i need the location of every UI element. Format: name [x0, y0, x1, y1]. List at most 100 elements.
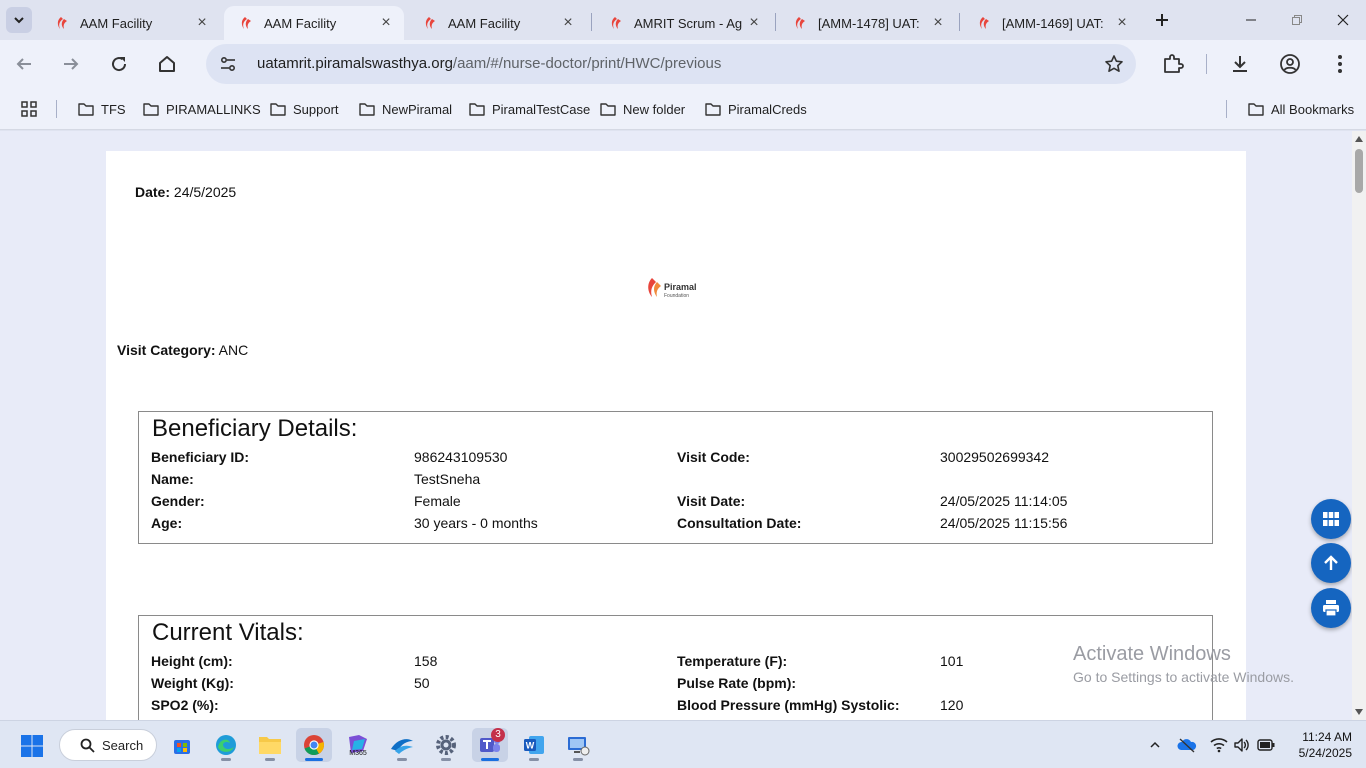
field-value: 120 — [940, 697, 964, 713]
wifi-button[interactable] — [1209, 735, 1229, 755]
current-vitals-section: Current Vitals: Height (cm): 158 Tempera… — [138, 615, 1213, 720]
arrow-right-icon — [64, 58, 79, 70]
field-label: Gender: — [151, 493, 205, 509]
scrollbar-thumb[interactable] — [1355, 149, 1363, 193]
store-icon — [174, 740, 190, 754]
folder-icon — [270, 103, 286, 116]
date-label: Date: — [135, 184, 171, 200]
back-button[interactable] — [10, 50, 38, 78]
field-value: 158 — [414, 653, 438, 669]
bookmark-folder-newpiramal[interactable]: NewPiramal — [359, 100, 452, 118]
battery-button[interactable] — [1256, 735, 1276, 755]
bookmark-folder-piramallinks[interactable]: PIRAMALLINKS — [143, 100, 261, 118]
tab-4[interactable]: AMRIT Scrum - Ag × — [594, 6, 772, 40]
bookmark-folder-piramalcreds[interactable]: PiramalCreds — [705, 100, 807, 118]
bookmark-folder-piramaltestcase[interactable]: PiramalTestCase — [469, 100, 590, 118]
tab-3[interactable]: AAM Facility × — [408, 6, 586, 40]
extensions-button[interactable] — [1161, 52, 1185, 76]
logo-text: Piramal — [664, 282, 697, 292]
detail-row: Beneficiary ID: 986243109530 Visit Code:… — [151, 449, 1201, 469]
taskbar-clock[interactable]: 11:24 AM 5/24/2025 — [1282, 729, 1352, 761]
running-indicator — [481, 758, 499, 761]
detail-row: Gender: Female Visit Date: 24/05/2025 11… — [151, 493, 1201, 513]
close-icon[interactable]: × — [746, 14, 762, 31]
search-icon — [80, 738, 95, 753]
print-fab-button[interactable] — [1311, 588, 1351, 628]
tab-6[interactable]: [AMM-1469] UAT: × — [962, 6, 1140, 40]
tab-5[interactable]: [AMM-1478] UAT: × — [778, 6, 956, 40]
taskbar-chrome[interactable] — [296, 728, 332, 762]
taskbar-search[interactable]: Search — [59, 729, 157, 761]
close-window-button[interactable] — [1320, 0, 1366, 40]
watermark-title: Activate Windows — [1073, 643, 1231, 665]
scroll-up-arrow[interactable] — [1355, 136, 1363, 142]
speaker-icon — [1234, 738, 1249, 752]
chrome-icon — [304, 735, 324, 756]
url-host: uatamrit.piramalswasthya.org — [257, 55, 453, 72]
menu-button[interactable] — [1328, 52, 1352, 76]
apps-grid-icon[interactable] — [20, 100, 38, 118]
taskbar-remote-desktop[interactable] — [560, 728, 596, 762]
onedrive-tray-button[interactable] — [1177, 735, 1197, 755]
tab-1[interactable]: AAM Facility × — [40, 6, 220, 40]
tab-2[interactable]: AAM Facility × — [224, 6, 404, 40]
new-tab-button[interactable] — [1150, 8, 1174, 32]
tab-search-button[interactable] — [6, 7, 32, 33]
site-info-button[interactable] — [216, 52, 240, 76]
field-label: Beneficiary ID: — [151, 449, 250, 465]
scroll-top-fab-button[interactable] — [1311, 543, 1351, 583]
forward-button[interactable] — [57, 50, 85, 78]
close-icon[interactable]: × — [930, 14, 946, 31]
taskbar-edge[interactable] — [208, 728, 244, 762]
address-bar[interactable]: uatamrit.piramalswasthya.org/aam/#/nurse… — [206, 44, 1136, 84]
close-icon[interactable]: × — [560, 14, 576, 31]
bookmark-separator — [1226, 100, 1227, 118]
page-scrollbar[interactable] — [1352, 131, 1366, 720]
taskbar-settings[interactable] — [428, 728, 464, 762]
folder-icon — [600, 103, 616, 116]
minimize-button[interactable] — [1228, 0, 1274, 40]
folder-icon — [143, 103, 159, 116]
gear-icon — [436, 735, 456, 755]
profile-button[interactable] — [1278, 52, 1302, 76]
home-button[interactable] — [153, 50, 181, 78]
grid-icon — [1323, 512, 1339, 526]
detail-row: Height (cm): 158 Temperature (F): 101 — [151, 653, 1201, 673]
scroll-down-arrow[interactable] — [1355, 709, 1363, 715]
field-value: TestSneha — [414, 471, 481, 487]
taskbar-file-explorer[interactable] — [252, 728, 288, 762]
close-icon[interactable]: × — [378, 14, 394, 31]
edge-icon — [216, 735, 236, 755]
m365-icon: M365 — [349, 735, 367, 757]
windows-start-icon[interactable] — [20, 734, 44, 758]
taskbar-teams[interactable]: 3 — [472, 728, 508, 762]
wifi-icon — [1210, 738, 1228, 753]
url-path: /aam/#/nurse-doctor/print/HWC/previous — [452, 55, 722, 72]
bookmark-folder-tfs[interactable]: TFS — [78, 100, 126, 118]
close-icon[interactable]: × — [194, 14, 210, 31]
close-icon[interactable]: × — [1114, 14, 1130, 31]
field-value: 24/05/2025 11:14:05 — [940, 493, 1068, 509]
clock-time: 11:24 AM — [1302, 730, 1352, 744]
restore-button[interactable] — [1274, 0, 1320, 40]
taskbar-onedrive-app[interactable] — [384, 728, 420, 762]
folder-icon — [705, 103, 721, 116]
show-hidden-icons-button[interactable] — [1145, 735, 1165, 755]
all-bookmarks-button[interactable]: All Bookmarks — [1248, 100, 1354, 118]
reload-button[interactable] — [105, 50, 133, 78]
running-indicator — [441, 758, 451, 761]
detail-row: SPO2 (%): Blood Pressure (mmHg) Systolic… — [151, 697, 1201, 717]
bookmark-folder-support[interactable]: Support — [270, 100, 339, 118]
taskbar-word[interactable]: W — [516, 728, 552, 762]
bookmark-folder-new-folder[interactable]: New folder — [600, 100, 685, 118]
taskbar-widgets[interactable] — [164, 728, 200, 762]
url-text[interactable]: uatamrit.piramalswasthya.org/aam/#/nurse… — [257, 55, 721, 72]
close-icon — [1337, 14, 1349, 26]
taskbar-m365[interactable]: M365 — [340, 728, 376, 762]
volume-button[interactable] — [1232, 735, 1252, 755]
tab-strip: AAM Facility × AAM Facility × AAM Facili… — [0, 0, 1366, 40]
bookmark-star-icon[interactable] — [1104, 54, 1124, 74]
downloads-button[interactable] — [1228, 52, 1252, 76]
remote-desktop-icon — [568, 737, 590, 756]
apps-fab-button[interactable] — [1311, 499, 1351, 539]
